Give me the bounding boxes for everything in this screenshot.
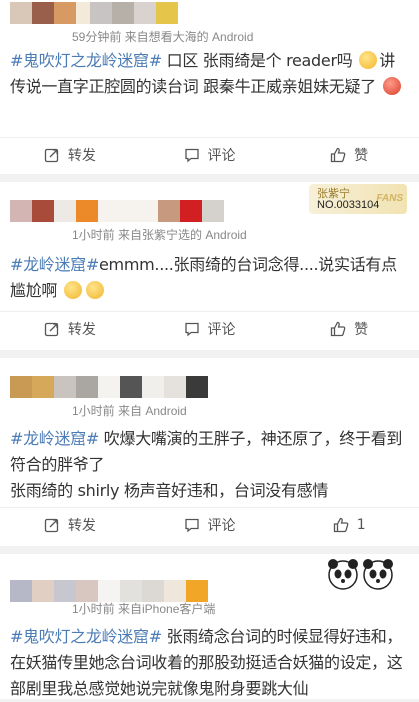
smile-emoji-icon <box>359 51 378 69</box>
topic-tag[interactable]: #鬼吹灯之龙岭迷窟# <box>10 51 162 70</box>
post-text: #龙岭迷窟# 吹爆大嘴演的王胖子，神还原了，终于看到符合的胖爷了 张雨绮的 sh… <box>10 429 403 500</box>
action-bar: 转发 评论 赞 <box>0 137 419 172</box>
post-text: #鬼吹灯之龙岭迷窟# 张雨绮念台词的时候显得好违和，在妖猫传里她念台词收着的那股… <box>10 627 403 698</box>
avatar-row <box>10 374 208 400</box>
tearful-emoji-icon <box>85 281 104 299</box>
like-button[interactable]: 赞 <box>279 138 419 172</box>
blurred-avatar-name <box>10 580 208 602</box>
thumbs-up-icon <box>333 517 349 533</box>
repost-icon <box>44 518 58 533</box>
fan-badge-label: FANS <box>376 193 403 204</box>
like-button[interactable]: 1 <box>279 508 419 542</box>
panda-sticker-icon <box>328 559 393 590</box>
post-meta: 1小时前 来自iPhone客户端 <box>72 602 216 616</box>
angry-emoji-icon <box>382 77 401 95</box>
repost-button[interactable]: 转发 <box>0 508 140 542</box>
thumbs-up-icon <box>331 321 346 337</box>
repost-icon <box>44 148 58 163</box>
comment-icon <box>184 518 199 533</box>
action-bar: 转发 评论 1 <box>0 507 419 542</box>
topic-tag[interactable]: #鬼吹灯之龙岭迷窟# <box>10 627 162 646</box>
like-button[interactable]: 赞 <box>279 312 419 346</box>
avatar-row <box>10 0 178 26</box>
comment-button[interactable]: 评论 <box>140 508 280 542</box>
post-text: #龙岭迷窟#emmm....张雨绮的台词念得....说实话有点尴尬啊 <box>10 255 397 300</box>
thumbs-up-icon <box>331 147 346 163</box>
post-meta: 1小时前 来自 Android <box>72 404 187 418</box>
post-card: 1小时前 来自 Android #龙岭迷窟# 吹爆大嘴演的王胖子，神还原了，终于… <box>0 358 419 546</box>
repost-button[interactable]: 转发 <box>0 138 140 172</box>
blurred-avatar-name <box>10 376 208 398</box>
action-bar: 转发 评论 赞 <box>0 311 419 346</box>
post-card: 59分钟前 来自想看大海的 Android #鬼吹灯之龙岭迷窟# 口区 张雨绮是… <box>0 0 419 174</box>
fan-badge-number: NO.0033104 <box>317 199 380 211</box>
comment-icon <box>184 322 199 337</box>
comment-button[interactable]: 评论 <box>140 138 280 172</box>
repost-button[interactable]: 转发 <box>0 312 140 346</box>
comment-icon <box>184 148 199 163</box>
post-card: 1小时前 来自iPhone客户端 #鬼吹灯之龙岭迷窟# 张雨绮念台词的时候显得好… <box>0 554 419 699</box>
topic-tag[interactable]: #龙岭迷窟# <box>10 429 99 448</box>
blurred-avatar-name <box>10 200 224 222</box>
post-text: #鬼吹灯之龙岭迷窟# 口区 张雨绮是个 reader吗 讲传说一直字正腔圆的读台… <box>10 48 409 100</box>
topic-tag[interactable]: #龙岭迷窟# <box>10 255 99 274</box>
post-meta: 59分钟前 来自想看大海的 Android <box>72 30 254 44</box>
post-meta: 1小时前 来自张紫宁选的 Android <box>72 228 247 242</box>
like-count: 1 <box>356 517 366 533</box>
repost-icon <box>44 322 58 337</box>
avatar-row <box>10 198 224 224</box>
fan-badge: 张紫宁 NO.0033104 FANS <box>309 184 407 214</box>
blurred-avatar-name <box>10 2 178 24</box>
tearful-emoji-icon <box>63 281 82 299</box>
comment-button[interactable]: 评论 <box>140 312 280 346</box>
post-card: 张紫宁 NO.0033104 FANS 1小时前 来自张紫宁选的 Android… <box>0 182 419 350</box>
